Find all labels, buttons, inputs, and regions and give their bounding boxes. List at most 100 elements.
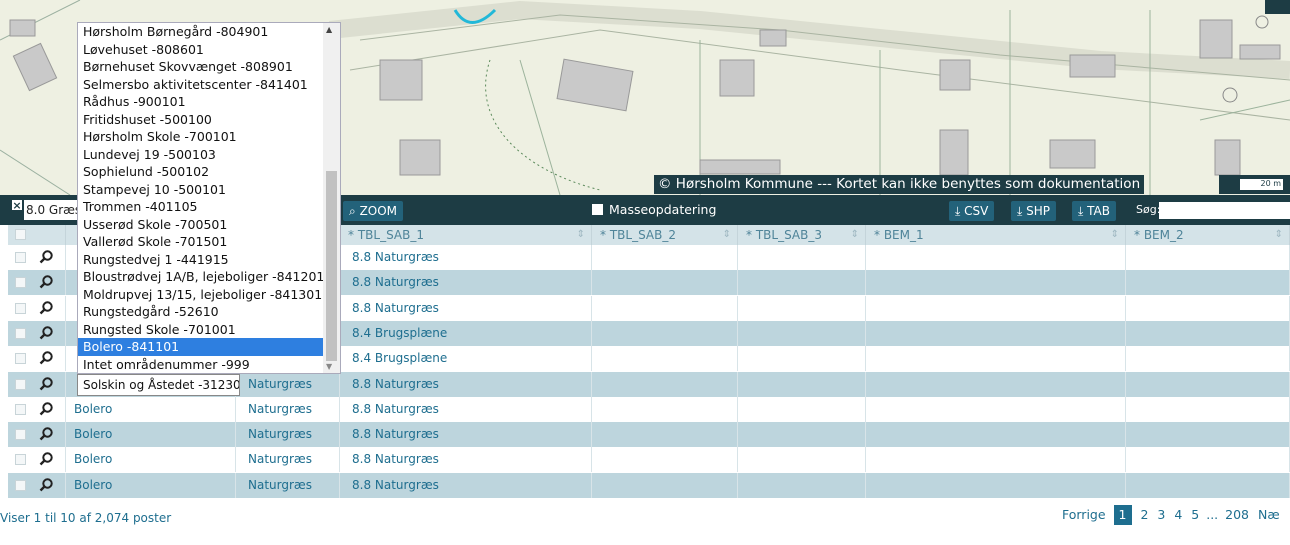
- cell-tbl-sab-2[interactable]: [592, 320, 738, 346]
- cell-tbl-sab-2[interactable]: [592, 447, 738, 473]
- cell-bem-2[interactable]: [1126, 396, 1290, 422]
- cell-tbl-sab-1[interactable]: 8.8 Naturgræs: [340, 396, 592, 422]
- cell-bem-1[interactable]: [866, 320, 1126, 346]
- cell-tbl-sab-2[interactable]: [592, 295, 738, 321]
- cell-type[interactable]: Naturgræs: [236, 371, 340, 397]
- export-csv-button[interactable]: ⤓ CSV: [949, 201, 995, 221]
- zoom-button[interactable]: ⌕ ZOOM: [343, 201, 404, 221]
- dropdown-option[interactable]: Fritidshuset -500100: [78, 111, 324, 129]
- cell-bem-1[interactable]: [866, 346, 1126, 372]
- dropdown-option[interactable]: Rungstedgård -52610: [78, 303, 324, 321]
- cell-tbl-sab-2[interactable]: [592, 270, 738, 296]
- cell-tbl-sab-3[interactable]: [738, 295, 866, 321]
- cell-tbl-sab-1[interactable]: 8.4 Brugsplæne: [340, 320, 592, 346]
- dropdown-option[interactable]: Intet områdenummer -999: [78, 356, 324, 374]
- dropdown-option[interactable]: Trommen -401105: [78, 198, 324, 216]
- cell-tbl-sab-3[interactable]: [738, 396, 866, 422]
- row-checkbox[interactable]: [15, 479, 26, 491]
- dropdown-option[interactable]: Sophielund -500102: [78, 163, 324, 181]
- cell-tbl-sab-1[interactable]: 8.8 Naturgræs: [340, 447, 592, 473]
- header-bem-2[interactable]: * BEM_2 ⇕: [1126, 225, 1290, 245]
- cell-bem-1[interactable]: [866, 472, 1126, 498]
- cell-type[interactable]: Naturgræs: [236, 472, 340, 498]
- magnifier-icon[interactable]: [38, 477, 54, 493]
- dropdown-option[interactable]: Rådhus -900101: [78, 93, 324, 111]
- cell-tbl-sab-3[interactable]: [738, 320, 866, 346]
- cell-tbl-sab-1[interactable]: 8.8 Naturgræs: [340, 245, 592, 270]
- page-2[interactable]: 2: [1140, 507, 1148, 522]
- page-5[interactable]: 5: [1191, 507, 1199, 522]
- table-row[interactable]: Bolero Naturgræs 8.8 Naturgræs: [8, 396, 1290, 422]
- cell-tbl-sab-3[interactable]: [738, 371, 866, 397]
- cell-tbl-sab-2[interactable]: [592, 472, 738, 498]
- row-checkbox[interactable]: [15, 327, 26, 339]
- cell-bem-1[interactable]: [866, 422, 1126, 448]
- cell-area[interactable]: Bolero: [66, 472, 236, 498]
- cell-bem-2[interactable]: [1126, 422, 1290, 448]
- row-checkbox[interactable]: [15, 353, 26, 365]
- cell-tbl-sab-3[interactable]: [738, 422, 866, 448]
- cell-tbl-sab-2[interactable]: [592, 346, 738, 372]
- magnifier-icon[interactable]: [38, 451, 54, 467]
- row-checkbox[interactable]: [15, 252, 26, 263]
- cell-bem-2[interactable]: [1126, 371, 1290, 397]
- masseopdatering-toggle[interactable]: Masseopdatering: [592, 201, 716, 219]
- magnifier-icon[interactable]: [38, 350, 54, 366]
- dropdown-option[interactable]: Hørsholm Børnegård -804901: [78, 23, 324, 41]
- cell-bem-1[interactable]: [866, 270, 1126, 296]
- dropdown-option[interactable]: Lundevej 19 -500103: [78, 146, 324, 164]
- header-tbl-sab-3[interactable]: * TBL_SAB_3 ⇕: [738, 225, 866, 245]
- cell-type[interactable]: Naturgræs: [236, 396, 340, 422]
- dropdown-option[interactable]: Vallerød Skole -701501: [78, 233, 324, 251]
- cell-tbl-sab-1[interactable]: 8.8 Naturgræs: [340, 270, 592, 296]
- table-row[interactable]: Bolero Naturgræs 8.8 Naturgræs: [8, 422, 1290, 448]
- cell-bem-2[interactable]: [1126, 270, 1290, 296]
- cell-tbl-sab-3[interactable]: [738, 346, 866, 372]
- page-1[interactable]: 1: [1113, 505, 1132, 525]
- header-tbl-sab-2[interactable]: * TBL_SAB_2 ⇕: [592, 225, 738, 245]
- cell-tbl-sab-2[interactable]: [592, 245, 738, 270]
- search-input[interactable]: [1159, 202, 1290, 219]
- dropdown-option[interactable]: Stampevej 10 -500101: [78, 181, 324, 199]
- area-edit-input[interactable]: Solskin og Åstedet -31230: [77, 374, 240, 396]
- area-dropdown-list[interactable]: Hørsholm Børnegård -804901 Løvehuset -808…: [77, 22, 341, 374]
- row-checkbox[interactable]: [15, 454, 26, 466]
- dropdown-option[interactable]: Moldrupvej 13/15, lejeboliger -841301: [78, 286, 324, 304]
- row-checkbox[interactable]: [15, 302, 26, 314]
- row-checkbox[interactable]: [15, 429, 26, 441]
- cell-tbl-sab-1[interactable]: 8.8 Naturgræs: [340, 472, 592, 498]
- next-page[interactable]: Næ: [1258, 507, 1280, 522]
- page-208[interactable]: 208: [1225, 507, 1249, 522]
- export-shp-button[interactable]: ⤓ SHP: [1011, 201, 1057, 221]
- magnifier-icon[interactable]: [38, 325, 54, 341]
- cell-type[interactable]: Naturgræs: [236, 422, 340, 448]
- row-checkbox[interactable]: [15, 403, 26, 415]
- dropdown-option[interactable]: Rungstedvej 1 -441915: [78, 251, 324, 269]
- magnifier-icon[interactable]: [38, 401, 54, 417]
- cell-area[interactable]: Bolero: [66, 396, 236, 422]
- cell-bem-2[interactable]: [1126, 472, 1290, 498]
- cell-type[interactable]: Naturgræs: [236, 447, 340, 473]
- cell-bem-2[interactable]: [1126, 295, 1290, 321]
- cell-bem-2[interactable]: [1126, 346, 1290, 372]
- scroll-down-icon[interactable]: ▼: [326, 362, 332, 371]
- cell-bem-2[interactable]: [1126, 447, 1290, 473]
- page-4[interactable]: 4: [1174, 507, 1182, 522]
- cell-tbl-sab-2[interactable]: [592, 422, 738, 448]
- cell-tbl-sab-3[interactable]: [738, 447, 866, 473]
- cell-tbl-sab-3[interactable]: [738, 472, 866, 498]
- masseopdatering-checkbox[interactable]: [592, 204, 603, 215]
- cell-tbl-sab-1[interactable]: 8.8 Naturgræs: [340, 295, 592, 321]
- cell-bem-2[interactable]: [1126, 320, 1290, 346]
- cell-area[interactable]: Bolero: [66, 422, 236, 448]
- scroll-up-icon[interactable]: ▲: [326, 25, 332, 34]
- dropdown-option[interactable]: Bolero -841101: [78, 338, 324, 356]
- cell-area[interactable]: Bolero: [66, 447, 236, 473]
- magnifier-icon[interactable]: [38, 300, 54, 316]
- magnifier-icon[interactable]: [38, 376, 54, 392]
- dropdown-scrollbar[interactable]: ▲ ▼: [323, 23, 340, 373]
- table-row[interactable]: Bolero Naturgræs 8.8 Naturgræs: [8, 472, 1290, 498]
- cell-tbl-sab-1[interactable]: 8.8 Naturgræs: [340, 371, 592, 397]
- cell-bem-1[interactable]: [866, 245, 1126, 270]
- cell-tbl-sab-3[interactable]: [738, 245, 866, 270]
